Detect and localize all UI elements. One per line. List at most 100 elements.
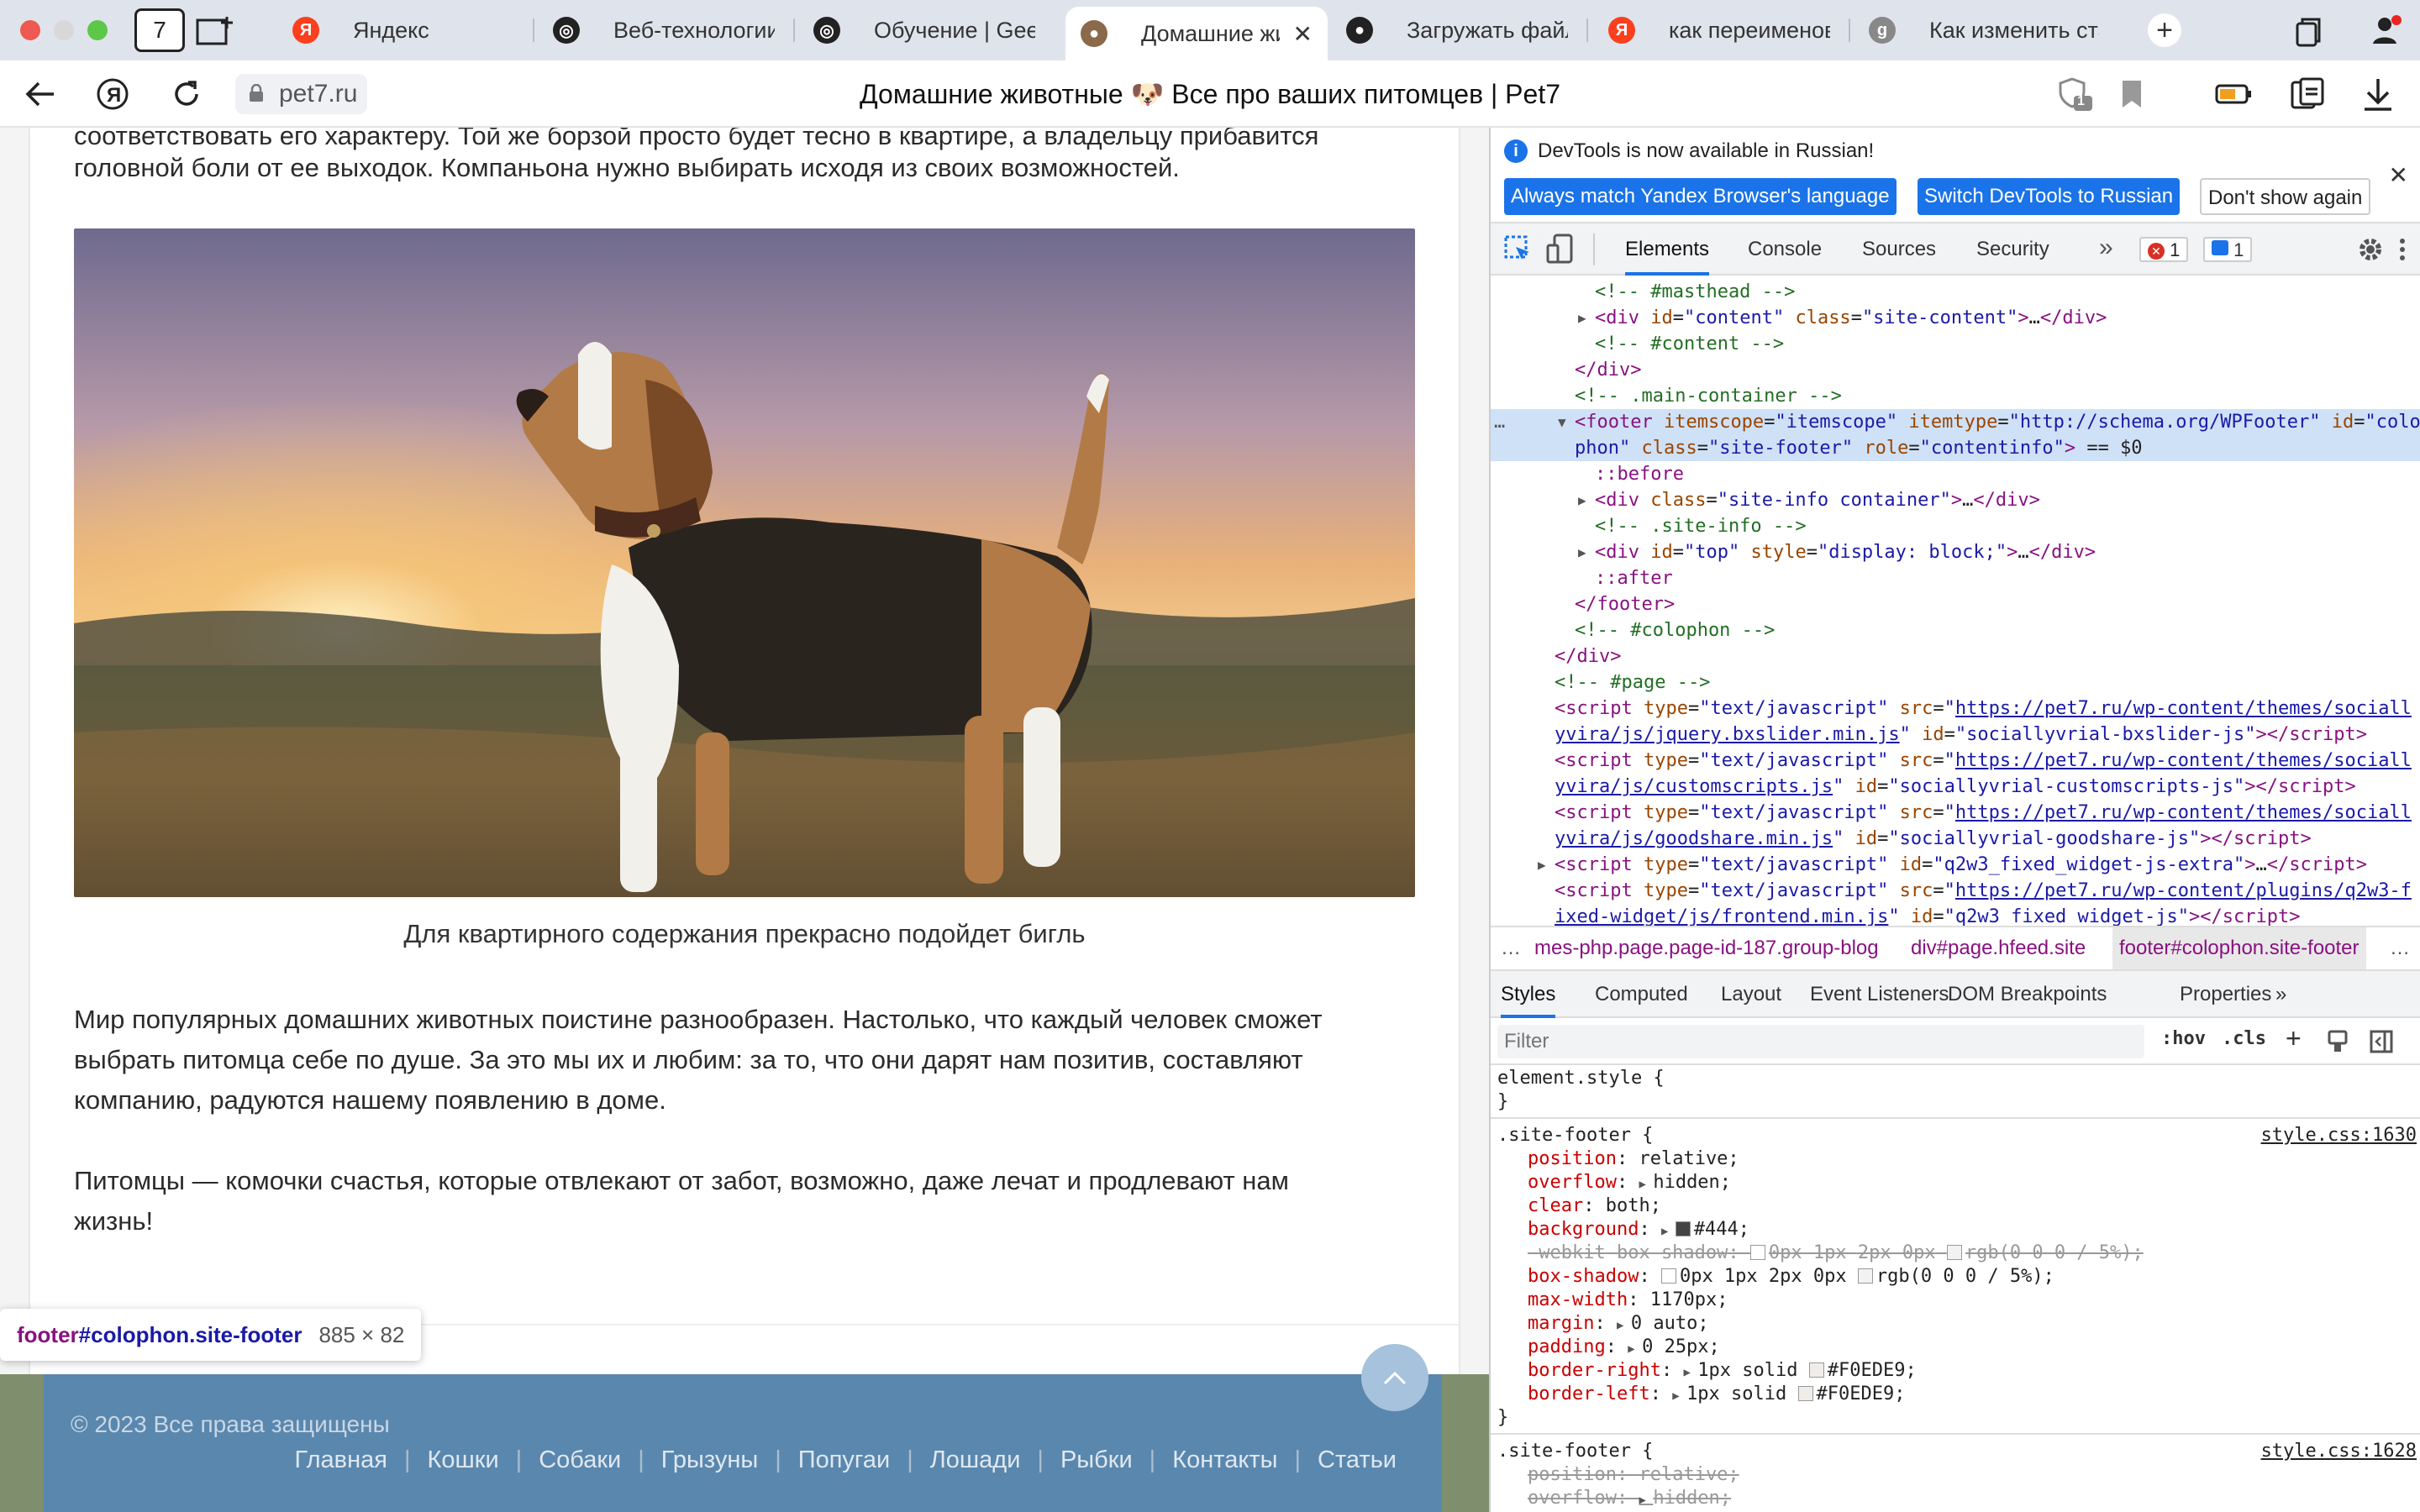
profile-icon[interactable] bbox=[2370, 13, 2403, 47]
css-declaration[interactable]: -webkit-box-shadow: 0px 1px 2px 0px rgb(… bbox=[1491, 1242, 2420, 1265]
dom-node-line[interactable]: <script type="text/javascript" src="http… bbox=[1491, 748, 2420, 774]
css-declaration[interactable]: overflow: ▶ hidden; bbox=[1491, 1487, 2420, 1510]
collections-icon[interactable] bbox=[2289, 76, 2326, 113]
shadow-editor-icon[interactable] bbox=[1749, 1245, 1765, 1260]
css-declaration[interactable]: overflow: ▶ hidden; bbox=[1491, 1171, 2420, 1194]
breadcrumb-item[interactable]: div#page.hfeed.site bbox=[1911, 927, 2086, 969]
dom-node-line[interactable]: <!-- #colophon --> bbox=[1491, 617, 2420, 643]
dom-node-line[interactable]: ▶ <script type="text/javascript" id="q2w3… bbox=[1491, 852, 2420, 878]
message-count-badge[interactable]: 1 bbox=[2203, 237, 2253, 262]
home-tab-icon[interactable]: 7 bbox=[134, 8, 185, 52]
styles-subtab[interactable]: Computed bbox=[1595, 971, 1688, 1018]
color-swatch[interactable] bbox=[1857, 1268, 1873, 1284]
styles-subtab[interactable]: DOM Breakpoints bbox=[1948, 971, 2107, 1018]
browser-tab[interactable]: ◎ Веб-технологии: bbox=[538, 7, 790, 54]
dom-node-line[interactable]: yvira/js/goodshare.min.js" id="sociallyv… bbox=[1491, 826, 2420, 852]
devtools-tab-elements[interactable]: Elements bbox=[1625, 223, 1710, 276]
close-window-button[interactable] bbox=[20, 20, 40, 40]
inspect-element-icon[interactable] bbox=[1504, 235, 1533, 264]
dom-node-line[interactable]: yvira/js/jquery.bxslider.min.js" id="soc… bbox=[1491, 722, 2420, 748]
error-count-badge[interactable]: ✕ 1 bbox=[2139, 237, 2189, 262]
minimize-window-button[interactable] bbox=[54, 20, 74, 40]
styles-subtab[interactable]: Properties bbox=[2180, 971, 2271, 1018]
breadcrumb-item[interactable]: mes-php.page.page-id-187.group-blog bbox=[1534, 927, 1879, 969]
dom-node-line[interactable]: <!-- #content --> bbox=[1491, 331, 2420, 357]
dom-node-line[interactable]: ▶ <div class="site-info container">…</div… bbox=[1491, 487, 2420, 513]
css-declaration[interactable]: clear: both; bbox=[1491, 1194, 2420, 1218]
close-infobar-icon[interactable]: ✕ bbox=[2389, 161, 2408, 189]
devtools-tab-sources[interactable]: Sources bbox=[1862, 223, 1936, 276]
shadow-editor-icon[interactable] bbox=[1660, 1268, 1676, 1284]
dont-show-again-button[interactable]: Don't show again bbox=[2200, 178, 2371, 215]
dom-node-line[interactable]: ▶ <div id="content" class="site-content">… bbox=[1491, 305, 2420, 331]
css-declaration[interactable]: position: relative; bbox=[1491, 1147, 2420, 1171]
new-tab-button[interactable]: + bbox=[2148, 13, 2181, 47]
dom-node-line[interactable]: ▶ <div id="top" style="display: block;">…… bbox=[1491, 539, 2420, 565]
zoom-window-button[interactable] bbox=[87, 20, 108, 40]
always-match-language-button[interactable]: Always match Yandex Browser's language bbox=[1504, 178, 1897, 215]
kebab-menu-icon[interactable] bbox=[2398, 235, 2407, 264]
browser-tab[interactable]: ◎ Обучение | GeekE bbox=[798, 7, 1050, 54]
css-declaration[interactable]: background: ▶ #444; bbox=[1491, 1218, 2420, 1242]
css-declaration[interactable]: margin: ▶ 0 auto; bbox=[1491, 1312, 2420, 1336]
footer-nav-link[interactable]: Попугаи bbox=[781, 1446, 907, 1474]
bookmark-icon[interactable] bbox=[2119, 79, 2144, 109]
hov-toggle[interactable]: :hov bbox=[2161, 1028, 2206, 1049]
styles-subtab[interactable]: » bbox=[2275, 971, 2286, 1018]
dom-node-line[interactable]: ▼ <footer itemscope="itemscope" itemtype=… bbox=[1491, 409, 2420, 435]
browser-tab[interactable]: ● Домашние живо ✕ bbox=[1065, 7, 1328, 60]
breadcrumb-item[interactable]: footer#colophon.site-footer bbox=[2112, 927, 2366, 969]
footer-nav-link[interactable]: Кошки bbox=[410, 1446, 515, 1474]
tab-groups-icon[interactable] bbox=[195, 12, 235, 49]
color-swatch[interactable] bbox=[1797, 1386, 1813, 1401]
dom-node-line[interactable]: phon" class="site-footer" role="contenti… bbox=[1491, 435, 2420, 461]
browser-tab[interactable]: g Как изменить ста bbox=[1854, 7, 2114, 54]
dom-node-line[interactable]: yvira/js/customscripts.js" id="sociallyv… bbox=[1491, 774, 2420, 800]
css-source-link[interactable]: style.css:1628 bbox=[2261, 1440, 2417, 1463]
back-button[interactable] bbox=[22, 76, 59, 113]
devtools-tab-console[interactable]: Console bbox=[1748, 223, 1822, 276]
styles-filter-input[interactable] bbox=[1497, 1025, 2144, 1058]
browser-tab[interactable]: Я Яндекс bbox=[277, 7, 529, 54]
element-state-icon[interactable] bbox=[2326, 1030, 2349, 1053]
tab-list-icon[interactable] bbox=[2292, 15, 2326, 49]
expand-triangle-icon[interactable]: ▶ bbox=[1538, 852, 1546, 878]
expand-shorthand-icon[interactable]: ▶ bbox=[1672, 1389, 1686, 1403]
new-rule-icon[interactable]: + bbox=[2286, 1023, 2302, 1054]
dom-node-line[interactable]: <script type="text/javascript" src="http… bbox=[1491, 696, 2420, 722]
dom-node-line[interactable]: ::before bbox=[1491, 461, 2420, 487]
cls-toggle[interactable]: .cls bbox=[2222, 1028, 2266, 1049]
css-declaration[interactable]: max-width: 1170px; bbox=[1491, 1289, 2420, 1312]
css-declaration[interactable]: padding: ▶ 0 25px; bbox=[1491, 1336, 2420, 1359]
color-swatch[interactable] bbox=[1946, 1245, 1962, 1260]
css-source-link[interactable]: style.css:1630 bbox=[2261, 1124, 2417, 1147]
download-icon[interactable] bbox=[2361, 76, 2395, 113]
css-declaration[interactable]: border-right: ▶ 1px solid #F0EDE9; bbox=[1491, 1359, 2420, 1383]
dom-node-line[interactable]: </div> bbox=[1491, 357, 2420, 383]
dom-node-line[interactable]: </div> bbox=[1491, 643, 2420, 669]
more-tabs-button[interactable]: » bbox=[2099, 223, 2113, 276]
breadcrumb-item[interactable]: … bbox=[2390, 927, 2410, 969]
color-swatch[interactable] bbox=[1675, 1221, 1691, 1236]
dom-node-line[interactable]: ixed-widget/js/frontend.min.js" id="q2w3… bbox=[1491, 904, 2420, 926]
color-swatch[interactable] bbox=[1808, 1362, 1824, 1378]
expand-triangle-icon[interactable]: ▶ bbox=[1578, 305, 1586, 331]
styles-subtab[interactable]: Styles bbox=[1501, 971, 1556, 1018]
styles-subtab[interactable]: Event Listeners bbox=[1810, 971, 1949, 1018]
expand-triangle-icon[interactable]: ▶ bbox=[1578, 539, 1586, 565]
expand-shorthand-icon[interactable]: ▶ bbox=[1628, 1342, 1642, 1356]
footer-nav-link[interactable]: Лошади bbox=[913, 1446, 1038, 1474]
css-declaration[interactable]: position: relative; bbox=[1491, 1463, 2420, 1487]
expand-shorthand-icon[interactable]: ▶ bbox=[1661, 1225, 1676, 1238]
dom-node-line[interactable]: </footer> bbox=[1491, 591, 2420, 617]
scroll-to-top-button[interactable] bbox=[1361, 1344, 1428, 1411]
footer-nav-link[interactable]: Контакты bbox=[1155, 1446, 1294, 1474]
breadcrumb-item[interactable]: … bbox=[1501, 927, 1521, 969]
dom-node-line[interactable]: <script type="text/javascript" src="http… bbox=[1491, 800, 2420, 826]
url-field[interactable]: pet7.ru bbox=[235, 74, 368, 114]
dom-node-line[interactable]: <!-- .main-container --> bbox=[1491, 383, 2420, 409]
styles-subtab[interactable]: Layout bbox=[1721, 971, 1781, 1018]
device-toolbar-icon[interactable] bbox=[1546, 234, 1575, 265]
expand-shorthand-icon[interactable]: ▶ bbox=[1639, 1494, 1653, 1507]
shield-icon[interactable]: 1 bbox=[2057, 76, 2094, 113]
